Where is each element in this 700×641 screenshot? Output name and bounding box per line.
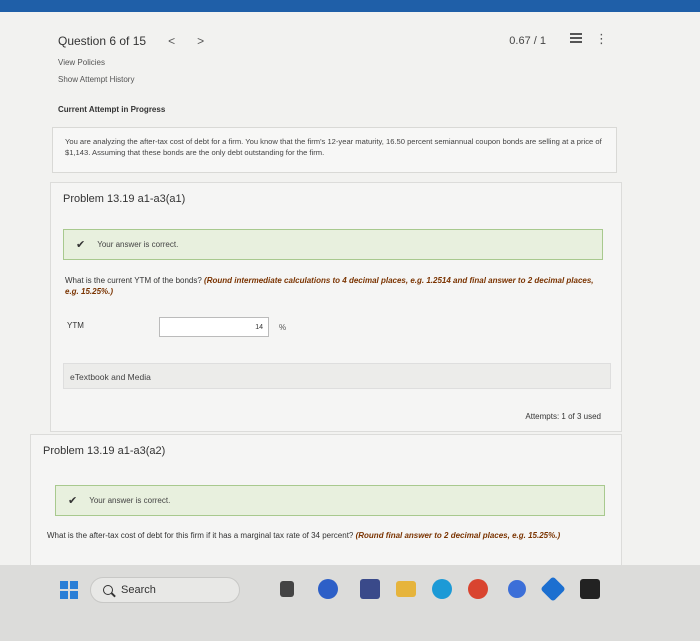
edge-icon[interactable] (432, 579, 452, 599)
prompt-text: What is the current YTM of the bonds? (65, 276, 202, 285)
chrome-icon[interactable] (468, 579, 488, 599)
correct-message: Your answer is correct. (97, 240, 179, 249)
ytm-input[interactable]: 14 (159, 317, 269, 337)
show-attempt-history-link[interactable]: Show Attempt History (58, 75, 134, 84)
etextbook-media-button[interactable]: eTextbook and Media (63, 363, 611, 389)
windows-start-icon[interactable] (60, 581, 78, 599)
problem-a2-title: Problem 13.19 a1-a3(a2) (43, 445, 166, 457)
problem-a1-panel: Problem 13.19 a1-a3(a1) ✔ Your answer is… (50, 182, 622, 432)
rounding-instruction: (Round final answer to 2 decimal places,… (355, 531, 561, 540)
next-question-button[interactable]: > (197, 34, 204, 48)
question-text: You are analyzing the after-tax cost of … (65, 137, 602, 157)
taskbar-search[interactable]: Search (90, 577, 240, 603)
prompt-text: What is the after-tax cost of debt for t… (47, 531, 354, 540)
problem-a2-panel: Problem 13.19 a1-a3(a2) ✔ Your answer is… (30, 434, 622, 565)
browser-top-strip (0, 0, 700, 12)
question-counter: Question 6 of 15 (58, 34, 147, 48)
search-label: Search (121, 584, 156, 596)
checkmark-icon: ✔ (76, 239, 86, 251)
camera-icon[interactable] (318, 579, 338, 599)
current-attempt-heading: Current Attempt in Progress (58, 105, 166, 114)
question-score: 0.67 / 1 (509, 35, 546, 47)
view-policies-link[interactable]: View Policies (58, 58, 105, 67)
attempts-counter: Attempts: 1 of 3 used (525, 412, 601, 421)
store-icon[interactable] (360, 579, 380, 599)
assignment-page: Question 6 of 15 < > 0.67 / 1 ⋮ View Pol… (0, 12, 700, 565)
problem-a2-prompt: What is the after-tax cost of debt for t… (47, 530, 607, 541)
problem-a1-title: Problem 13.19 a1-a3(a1) (63, 193, 186, 205)
question-stem: You are analyzing the after-tax cost of … (52, 127, 617, 173)
ytm-label: YTM (67, 321, 84, 330)
copilot-icon[interactable] (508, 580, 526, 598)
previous-question-button[interactable]: < (168, 34, 175, 48)
percent-unit: % (279, 323, 287, 332)
search-icon (103, 585, 113, 595)
mail-icon[interactable] (540, 576, 566, 602)
correct-message: Your answer is correct. (89, 496, 171, 505)
checkmark-icon: ✔ (68, 495, 78, 507)
problem-a2-correct-banner: ✔ Your answer is correct. (55, 485, 605, 516)
more-options-icon[interactable]: ⋮ (595, 31, 608, 47)
terminal-icon[interactable] (580, 579, 600, 599)
folder-icon[interactable] (396, 581, 416, 597)
problem-a1-prompt: What is the current YTM of the bonds? (R… (65, 275, 605, 297)
question-list-icon[interactable] (570, 33, 582, 43)
problem-a1-correct-banner: ✔ Your answer is correct. (63, 229, 603, 260)
windows-taskbar: Search (0, 565, 700, 641)
question-header: Question 6 of 15 < > 0.67 / 1 ⋮ (58, 30, 618, 52)
file-explorer-icon[interactable] (280, 581, 294, 597)
